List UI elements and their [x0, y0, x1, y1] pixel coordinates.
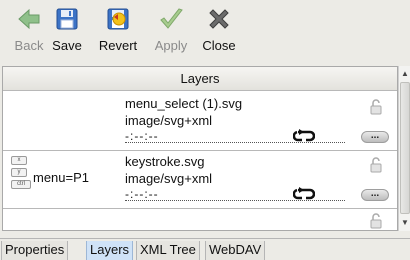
back-arrow-icon	[18, 8, 40, 30]
tab-properties[interactable]: Properties	[1, 241, 69, 260]
loop-icon[interactable]	[293, 129, 315, 143]
layer-time: -:--:--	[125, 129, 159, 143]
toolbar: Back Save Revert Apply Close	[0, 0, 410, 64]
checkmark-icon	[160, 8, 183, 29]
layer-mime-type: image/svg+xml	[125, 113, 213, 128]
back-button[interactable]: Back	[10, 4, 48, 60]
layer-row[interactable]: x y ctrl menu=P1 keystroke.svg image/svg…	[3, 152, 397, 207]
layer-time: -:--:--	[125, 187, 159, 201]
scroll-up-icon[interactable]: ▲	[399, 68, 410, 80]
layer-filename: keystroke.svg	[125, 154, 205, 169]
revert-document-icon	[107, 8, 129, 30]
layers-panel: Layers menu_select (1).svg image/svg+xml…	[2, 66, 398, 231]
back-label: Back	[14, 38, 44, 53]
bottom-tab-bar: Properties Layers XML Tree WebDAV	[0, 238, 410, 260]
menu-label: menu=P1	[33, 170, 90, 185]
unlock-icon[interactable]	[369, 98, 383, 116]
loop-icon[interactable]	[293, 187, 315, 201]
close-x-icon	[209, 9, 229, 29]
vertical-scrollbar[interactable]: ▲ ▼	[398, 66, 410, 231]
unlock-icon[interactable]	[369, 156, 383, 174]
save-button[interactable]: Save	[48, 4, 86, 60]
layers-column-header[interactable]: Layers	[3, 67, 397, 91]
close-button[interactable]: Close	[196, 4, 242, 60]
scrollbar-thumb[interactable]	[400, 82, 410, 214]
more-options-button[interactable]: ...	[361, 131, 389, 143]
save-label: Save	[52, 38, 82, 53]
close-label: Close	[202, 38, 236, 53]
tab-layers[interactable]: Layers	[86, 241, 134, 260]
layer-filename: menu_select (1).svg	[125, 96, 243, 111]
apply-button[interactable]: Apply	[148, 4, 194, 60]
tab-xml-tree[interactable]: XML Tree	[136, 241, 200, 260]
more-options-button[interactable]: ...	[361, 189, 389, 201]
layer-row[interactable]	[3, 209, 397, 230]
floppy-disk-icon	[56, 8, 78, 30]
layer-row[interactable]: menu_select (1).svg image/svg+xml -:--:-…	[3, 92, 397, 149]
revert-label: Revert	[98, 38, 138, 53]
key-ctrl-icon: ctrl	[11, 180, 31, 189]
revert-button[interactable]: Revert	[92, 4, 144, 60]
layer-mime-type: image/svg+xml	[125, 171, 213, 186]
row-separator	[3, 150, 397, 151]
scroll-down-icon[interactable]: ▼	[399, 217, 410, 229]
keystroke-keys: x y ctrl	[11, 156, 31, 192]
key-x-icon: x	[11, 156, 27, 165]
unlock-icon[interactable]	[369, 212, 383, 230]
apply-label: Apply	[154, 38, 188, 53]
key-y-icon: y	[11, 168, 27, 177]
tab-webdav[interactable]: WebDAV	[205, 241, 266, 260]
